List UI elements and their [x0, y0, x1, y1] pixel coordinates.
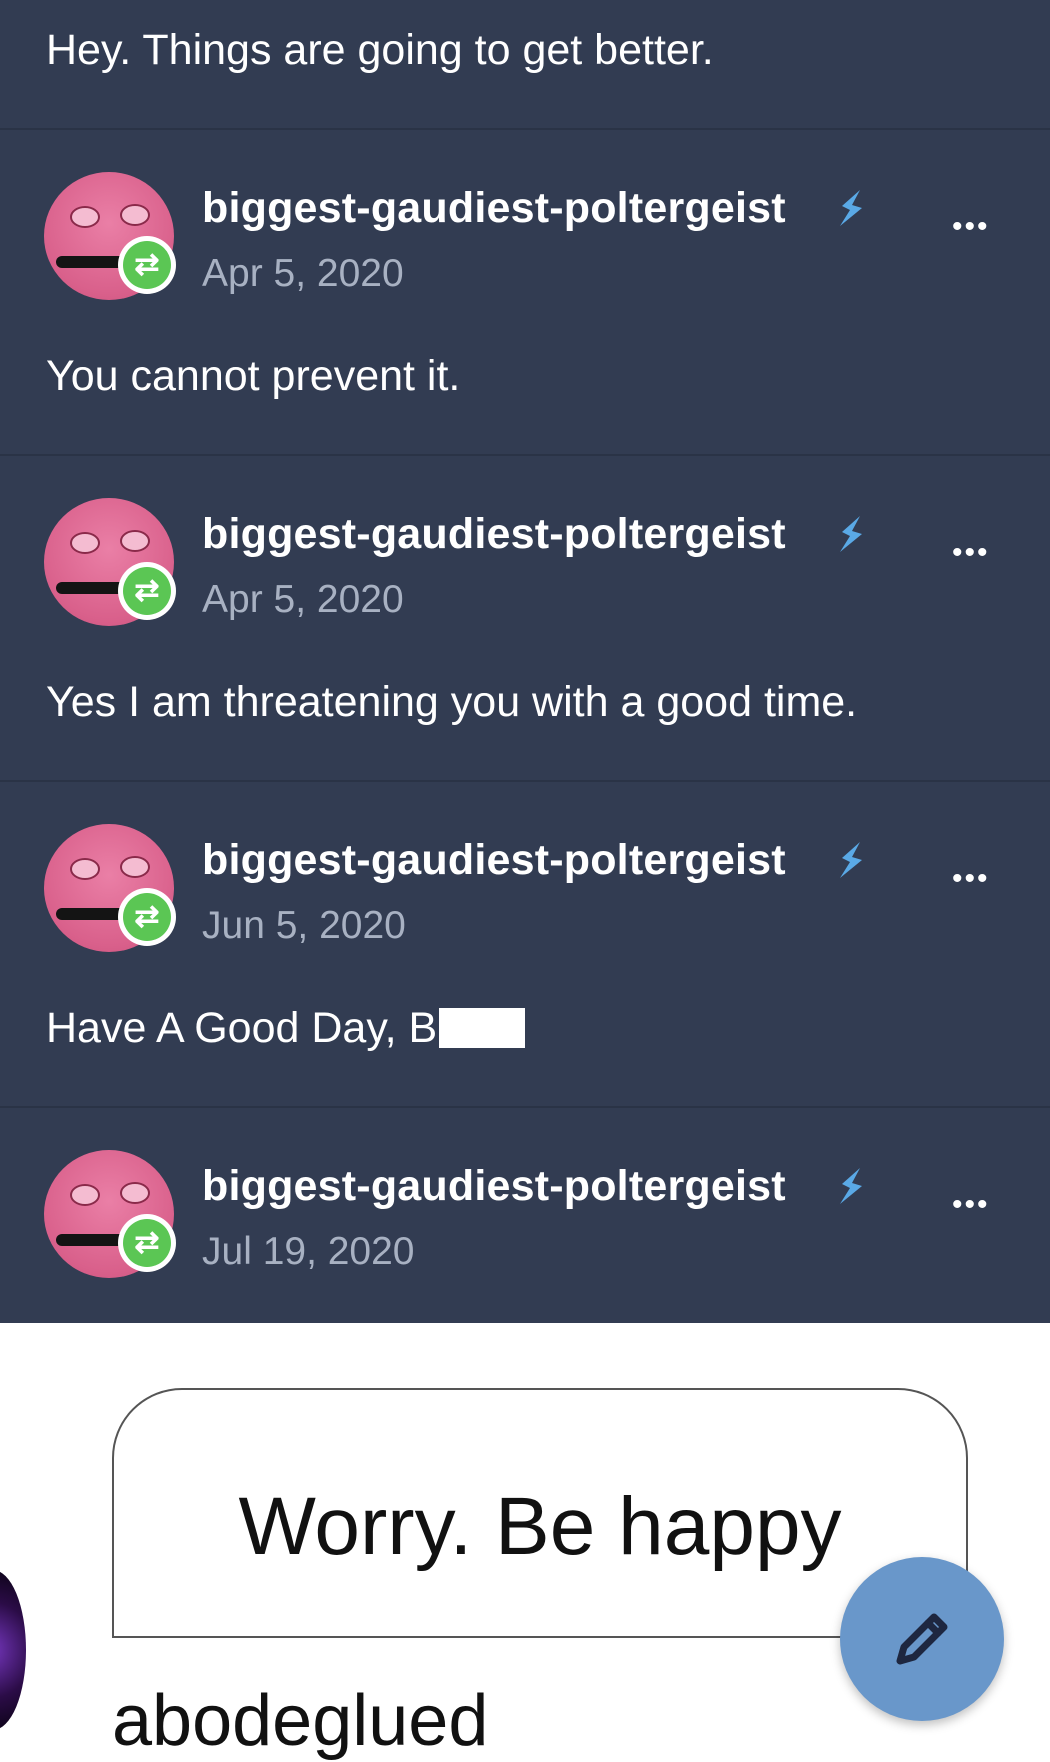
pencil-icon [896, 1613, 948, 1665]
avatar-partial[interactable] [0, 1570, 26, 1730]
reblog-icon: ⇄ [123, 241, 171, 289]
card-text: Worry. Be happy [238, 1481, 842, 1572]
post-date: Apr 5, 2020 [202, 252, 404, 295]
username-link[interactable]: biggest-gaudiest-poltergeist [202, 184, 786, 233]
compose-button[interactable] [840, 1557, 1004, 1721]
avatar-eye [70, 1184, 100, 1206]
reblog-badge: ⇄ [118, 1214, 176, 1272]
avatar-eye [70, 858, 100, 880]
post-text-content: Have A Good Day, B [46, 1004, 438, 1052]
avatar-eye [120, 530, 150, 552]
text-card: Worry. Be happy [112, 1388, 968, 1638]
next-post-username[interactable]: abodeglued [112, 1680, 488, 1762]
post-text: You cannot prevent it. [46, 352, 461, 400]
reblog-entry: ⇄ biggest-gaudiest-poltergeist Jul 19, 2… [0, 1106, 1050, 1325]
avatar-eye [120, 204, 150, 226]
reblog-badge: ⇄ [118, 236, 176, 294]
reblog-entry: ⇄ biggest-gaudiest-poltergeist Apr 5, 20… [0, 454, 1050, 782]
post-text: Yes I am threatening you with a good tim… [46, 678, 858, 726]
reblog-badge: ⇄ [118, 888, 176, 946]
reblog-entry: ⇄ biggest-gaudiest-poltergeist Apr 5, 20… [0, 128, 1050, 456]
post-date: Jun 5, 2020 [202, 904, 406, 947]
post-date: Apr 5, 2020 [202, 578, 404, 621]
more-options-button[interactable]: ••• [952, 212, 990, 242]
more-options-button[interactable]: ••• [952, 864, 990, 894]
reblog-icon: ⇄ [123, 567, 171, 615]
avatar-eye [70, 206, 100, 228]
more-options-button[interactable]: ••• [952, 1190, 990, 1220]
post-text: Have A Good Day, B [46, 1004, 526, 1053]
username-link[interactable]: biggest-gaudiest-poltergeist [202, 510, 786, 559]
avatar-eye [120, 856, 150, 878]
verified-badge-icon [840, 842, 862, 878]
more-options-button[interactable]: ••• [952, 538, 990, 568]
avatar-eye [70, 532, 100, 554]
reblog-entry: ⇄ biggest-gaudiest-poltergeist Jun 5, 20… [0, 780, 1050, 1108]
reblog-icon: ⇄ [123, 1219, 171, 1267]
thread-text-top: Hey. Things are going to get better. [46, 26, 714, 74]
reblog-badge: ⇄ [118, 562, 176, 620]
verified-badge-icon [840, 516, 862, 552]
username-link[interactable]: biggest-gaudiest-poltergeist [202, 1162, 786, 1211]
username-link[interactable]: biggest-gaudiest-poltergeist [202, 836, 786, 885]
reblog-icon: ⇄ [123, 893, 171, 941]
avatar-eye [120, 1182, 150, 1204]
verified-badge-icon [840, 190, 862, 226]
post-date: Jul 19, 2020 [202, 1230, 415, 1273]
redaction-box [439, 1008, 526, 1048]
verified-badge-icon [840, 1168, 862, 1204]
